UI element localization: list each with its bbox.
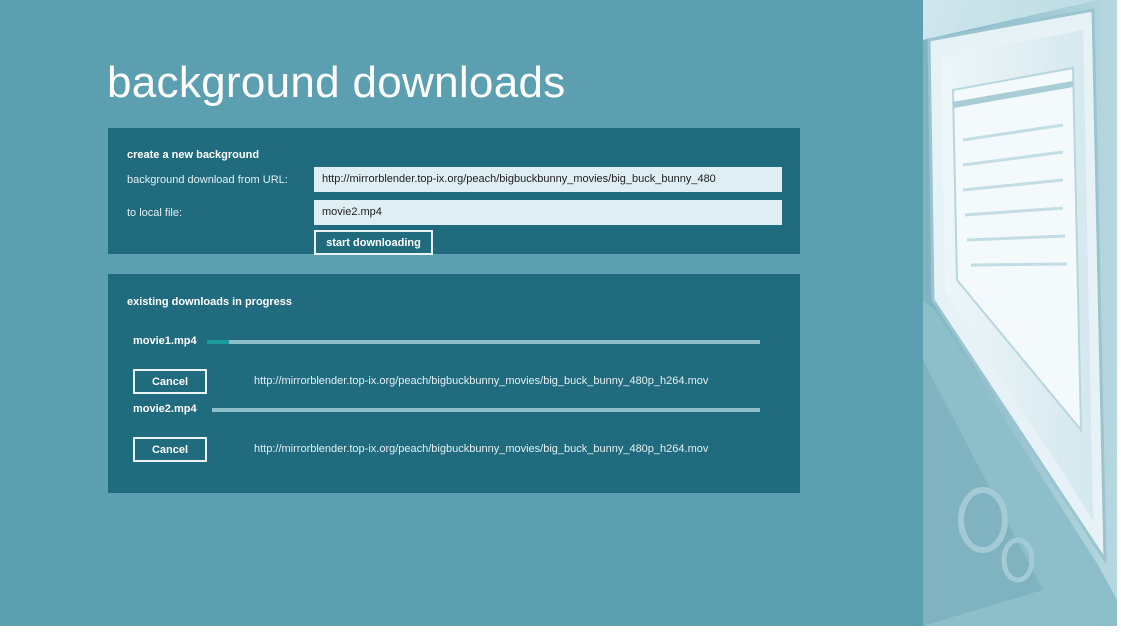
- page-title: background downloads: [107, 58, 566, 107]
- download-progress-bar: [207, 340, 760, 344]
- download-url: http://mirrorblender.top-ix.org/peach/bi…: [254, 443, 709, 455]
- download-url: http://mirrorblender.top-ix.org/peach/bi…: [254, 375, 709, 387]
- download-progress-bar: [212, 408, 760, 412]
- download-progress-fill: [207, 340, 230, 344]
- app-screen: background downloads create a new backgr…: [0, 0, 1117, 626]
- create-section-heading: create a new background: [127, 149, 260, 161]
- start-downloading-button[interactable]: start downloading: [314, 230, 433, 255]
- download-name: movie1.mp4: [133, 335, 197, 347]
- monitor-illustration: [923, 0, 1117, 626]
- create-download-panel: create a new background background downl…: [108, 128, 800, 255]
- decorative-monitor-image: [923, 0, 1117, 626]
- download-name: movie2.mp4: [133, 403, 197, 415]
- local-file-input[interactable]: movie2.mp4: [314, 200, 782, 225]
- downloads-in-progress-panel: existing downloads in progress movie1.mp…: [108, 274, 800, 493]
- url-label: background download from URL:: [127, 174, 288, 186]
- progress-section-heading: existing downloads in progress: [127, 296, 293, 308]
- cancel-button[interactable]: Cancel: [133, 437, 207, 462]
- file-label: to local file:: [127, 207, 183, 219]
- url-input[interactable]: http://mirrorblender.top-ix.org/peach/bi…: [314, 167, 782, 192]
- cancel-button[interactable]: Cancel: [133, 369, 207, 394]
